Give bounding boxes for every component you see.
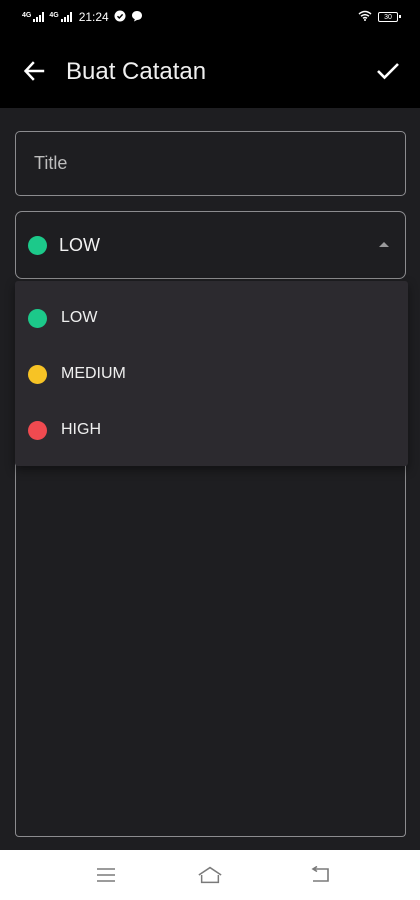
system-nav-bar (0, 850, 420, 900)
priority-select[interactable]: LOW (15, 211, 406, 279)
signal-icon: 4G (22, 12, 45, 22)
sync-icon (114, 10, 126, 25)
arrow-left-icon (23, 61, 45, 81)
menu-item-label: HIGH (61, 421, 101, 438)
home-icon (198, 866, 222, 884)
menu-item-high[interactable]: HIGH (15, 402, 408, 458)
menu-button[interactable] (93, 863, 119, 887)
menu-item-label: LOW (61, 309, 98, 326)
wifi-icon (358, 10, 372, 24)
title-input[interactable] (16, 132, 405, 195)
battery-icon: 30 (378, 12, 401, 22)
title-field[interactable] (15, 131, 406, 196)
home-button[interactable] (197, 863, 223, 887)
status-time: 21:24 (78, 10, 109, 24)
status-right: 30 (358, 10, 401, 24)
back-button[interactable] (18, 55, 50, 87)
menu-icon (97, 868, 115, 882)
menu-item-medium[interactable]: MEDIUM (15, 346, 408, 402)
signal-icon: 4G (49, 12, 72, 22)
signal-label: 4G (22, 12, 32, 19)
back-nav-button[interactable] (307, 863, 333, 887)
back-icon (311, 866, 329, 882)
page-title: Buat Catatan (66, 58, 207, 85)
medium-dot-icon (28, 364, 47, 384)
save-button[interactable] (372, 55, 404, 87)
menu-item-label: MEDIUM (61, 365, 126, 382)
status-left: 4G 4G 21:24 (22, 10, 143, 25)
app-bar: Buat Catatan (0, 34, 420, 108)
priority-dot-icon (28, 235, 47, 255)
caret-up-icon (379, 242, 389, 247)
priority-dropdown-menu: LOW MEDIUM HIGH (15, 281, 408, 466)
high-dot-icon (28, 420, 47, 440)
chat-bubble-icon (131, 10, 143, 25)
low-dot-icon (28, 308, 47, 328)
check-icon (377, 63, 399, 80)
status-bar: 4G 4G 21:24 30 (0, 0, 420, 34)
signal-label: 4G (49, 12, 59, 19)
content-area[interactable] (15, 440, 406, 837)
priority-selected-label: LOW (59, 234, 101, 255)
menu-item-low[interactable]: LOW (15, 290, 408, 346)
